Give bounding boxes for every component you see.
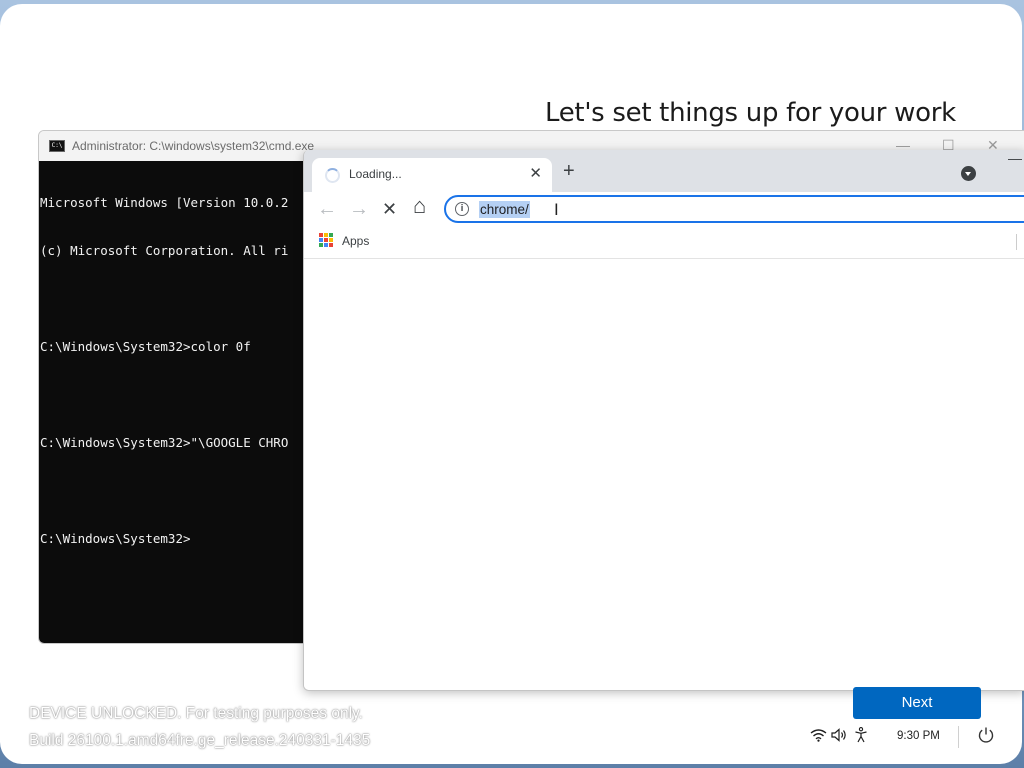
bookmarks-bar [304, 228, 1024, 259]
tab-loading[interactable]: Loading... ✕ [312, 158, 552, 192]
test-watermark: DEVICE UNLOCKED. For testing purposes on… [29, 700, 370, 754]
address-bar[interactable]: i chrome/ I [444, 195, 1024, 223]
apps-grid-icon[interactable] [319, 233, 333, 247]
wifi-icon[interactable] [810, 728, 827, 742]
stop-icon[interactable]: ✕ [382, 198, 397, 220]
tab-close-icon[interactable]: ✕ [529, 164, 542, 182]
back-arrow-icon[interactable]: ← [317, 198, 337, 220]
clock[interactable]: 9:30 PM [897, 730, 940, 742]
accessibility-icon[interactable] [854, 727, 868, 743]
forward-arrow-icon[interactable]: → [349, 198, 369, 220]
watermark-line: DEVICE UNLOCKED. For testing purposes on… [29, 705, 363, 722]
next-button[interactable]: Next [853, 687, 981, 719]
volume-icon[interactable] [831, 728, 848, 742]
apps-bookmark[interactable]: Apps [342, 234, 369, 248]
tab-search-icon[interactable] [961, 166, 976, 181]
cmd-window-title: Administrator: C:\windows\system32\cmd.e… [72, 139, 315, 153]
cmd-app-icon: C:\ [49, 140, 65, 152]
chrome-toolbar: ← → ✕ ⌂ i chrome/ I [304, 192, 1024, 228]
oobe-title: Let's set things up for your work [545, 98, 956, 128]
chrome-window[interactable]: Loading... ✕ + — ← → ✕ ⌂ i chrome/ I App… [303, 150, 1024, 691]
chrome-minimize-button[interactable]: — [1008, 150, 1022, 166]
new-tab-button[interactable]: + [563, 160, 575, 182]
tab-title: Loading... [349, 167, 402, 181]
text-cursor-icon: I [554, 200, 559, 219]
info-icon[interactable]: i [455, 202, 469, 216]
home-icon[interactable]: ⌂ [413, 195, 426, 217]
power-icon[interactable] [977, 726, 995, 744]
bookmarks-divider [1016, 234, 1017, 250]
address-bar-text[interactable]: chrome/ [479, 201, 530, 218]
loading-spinner-icon [325, 168, 340, 183]
page-content[interactable] [304, 259, 1024, 690]
watermark-line: Build 26100.1.amd64fre.ge_release.240331… [29, 732, 371, 749]
tray-divider [958, 726, 959, 748]
tab-strip[interactable]: Loading... ✕ + — [304, 150, 1024, 192]
